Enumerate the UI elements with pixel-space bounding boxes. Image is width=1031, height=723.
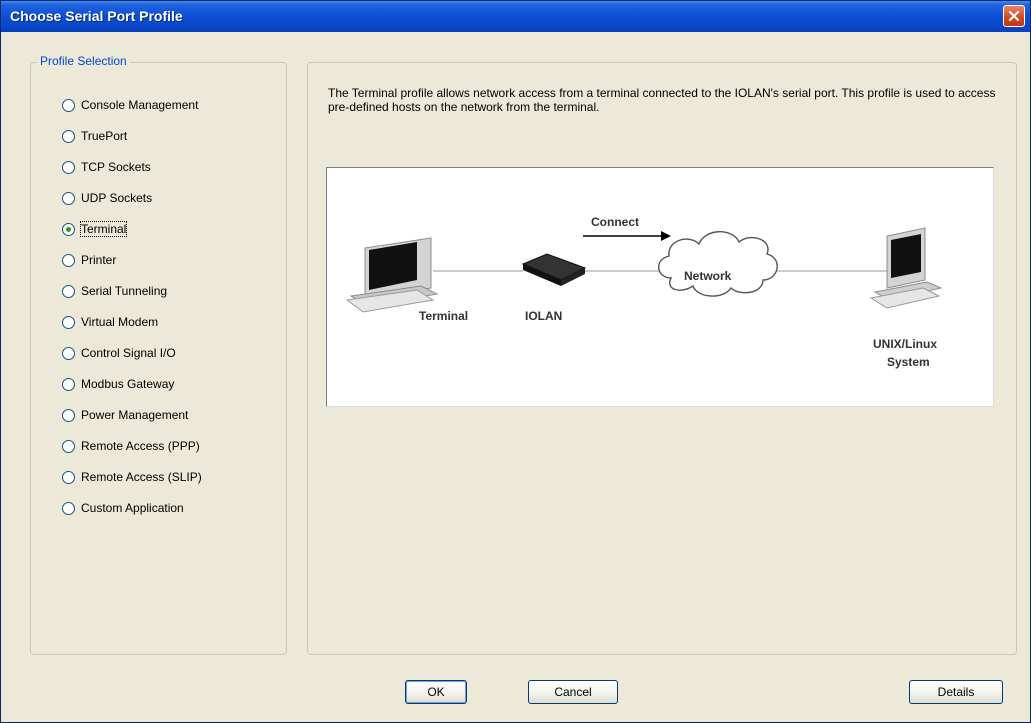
iolan-label: IOLAN (525, 309, 562, 323)
unix-label: UNIX/Linux (873, 337, 937, 351)
radio-label: Serial Tunneling (81, 284, 168, 298)
radio-button[interactable] (62, 439, 75, 453)
radio-remote-access-slip[interactable]: Remote Access (SLIP) (62, 468, 262, 486)
radio-button[interactable] (62, 377, 75, 391)
terminal-computer-icon (345, 237, 439, 313)
radio-button[interactable] (62, 315, 75, 329)
network-cloud-icon (658, 231, 778, 297)
radio-button-selected[interactable] (62, 222, 75, 236)
radio-button[interactable] (62, 98, 75, 112)
radio-button[interactable] (62, 470, 75, 484)
radio-button[interactable] (62, 408, 75, 422)
connect-label: Connect (591, 215, 639, 229)
radio-button[interactable] (62, 129, 75, 143)
radio-button[interactable] (62, 284, 75, 298)
arrow-right-icon (583, 231, 671, 241)
radio-button[interactable] (62, 501, 75, 515)
radio-button[interactable] (62, 346, 75, 360)
radio-power-management[interactable]: Power Management (62, 406, 262, 424)
radio-label: Printer (81, 253, 117, 267)
radio-control-signal-io[interactable]: Control Signal I/O (62, 344, 262, 362)
unix-system-label: System (887, 355, 930, 369)
radio-label: Power Management (81, 408, 189, 422)
radio-printer[interactable]: Printer (62, 251, 262, 269)
radio-label: Modbus Gateway (81, 377, 175, 391)
radio-terminal[interactable]: Terminal (62, 220, 262, 238)
radio-label: UDP Sockets (81, 191, 153, 205)
terminal-label: Terminal (419, 309, 468, 323)
radio-label: Remote Access (PPP) (81, 439, 200, 453)
dialog-window: Choose Serial Port Profile Profile Selec… (0, 0, 1031, 723)
iolan-device-icon (521, 253, 587, 286)
profile-selection-legend: Profile Selection (37, 54, 130, 68)
radio-label: TCP Sockets (81, 160, 151, 174)
radio-button[interactable] (62, 160, 75, 174)
radio-console-management[interactable]: Console Management (62, 96, 262, 114)
radio-button[interactable] (62, 253, 75, 267)
cancel-button[interactable]: Cancel (528, 680, 618, 704)
window-title: Choose Serial Port Profile (10, 8, 183, 24)
radio-modbus-gateway[interactable]: Modbus Gateway (62, 375, 262, 393)
title-bar[interactable]: Choose Serial Port Profile (1, 1, 1030, 32)
radio-trueport[interactable]: TruePort (62, 127, 262, 145)
profile-diagram: Connect Network Terminal IOLAN UNIX/Linu… (326, 167, 994, 407)
radio-serial-tunneling[interactable]: Serial Tunneling (62, 282, 262, 300)
ok-button[interactable]: OK (405, 680, 467, 704)
network-label: Network (684, 269, 732, 283)
radio-virtual-modem[interactable]: Virtual Modem (62, 313, 262, 331)
radio-label: Custom Application (81, 501, 184, 515)
details-button[interactable]: Details (909, 680, 1003, 704)
radio-label: Control Signal I/O (81, 346, 176, 360)
radio-label: Virtual Modem (81, 315, 159, 329)
radio-label: Remote Access (SLIP) (81, 470, 202, 484)
radio-label: Terminal (79, 221, 128, 237)
radio-custom-application[interactable]: Custom Application (62, 499, 262, 517)
radio-button[interactable] (62, 191, 75, 205)
close-button[interactable] (1003, 5, 1025, 27)
profile-description: The Terminal profile allows network acce… (328, 86, 996, 114)
unix-workstation-icon (869, 227, 943, 309)
radio-label: Console Management (81, 98, 199, 112)
close-x-icon (1008, 10, 1020, 22)
radio-tcp-sockets[interactable]: TCP Sockets (62, 158, 262, 176)
radio-remote-access-ppp[interactable]: Remote Access (PPP) (62, 437, 262, 455)
radio-udp-sockets[interactable]: UDP Sockets (62, 189, 262, 207)
radio-label: TruePort (81, 129, 128, 143)
